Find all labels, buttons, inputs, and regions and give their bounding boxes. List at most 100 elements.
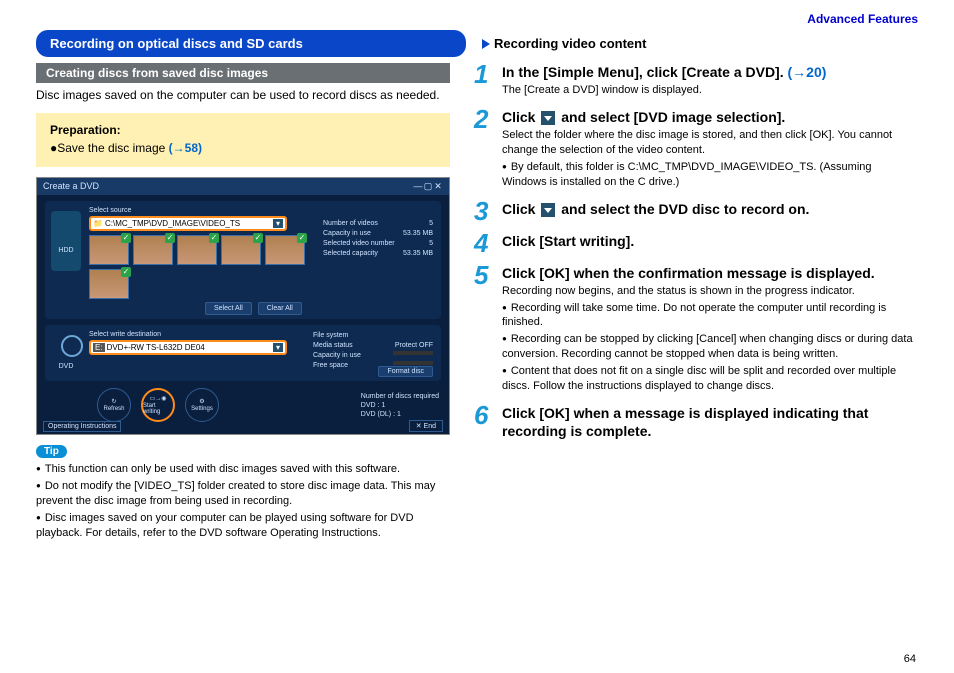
tip-item: This function can only be used with disc… bbox=[36, 462, 450, 477]
ss-destination-panel: DVD Select write destination E: DVD+-RW … bbox=[45, 325, 441, 381]
ss-thumb[interactable] bbox=[133, 235, 173, 265]
step-5: 5 Click [OK] when the confirmation messa… bbox=[474, 264, 918, 396]
step-5-bullet: Recording can be stopped by clicking [Ca… bbox=[502, 332, 918, 362]
end-button[interactable]: ✕ End bbox=[409, 420, 443, 432]
ss-info-label: Selected video number bbox=[323, 239, 395, 249]
step-4-title: Click [Start writing]. bbox=[502, 232, 918, 250]
ss-info-label: File system bbox=[313, 331, 348, 341]
step-2-sub: Select the folder where the disc image i… bbox=[502, 128, 918, 158]
tip-item: Disc images saved on your computer can b… bbox=[36, 511, 450, 541]
ss-source-path-dropdown[interactable]: 📁 C:\MC_TMP\DVD_IMAGE\VIDEO_TS ▾ bbox=[89, 216, 287, 231]
ss-thumb[interactable] bbox=[265, 235, 305, 265]
capacity-bar bbox=[393, 351, 433, 355]
dropdown-icon bbox=[541, 203, 555, 217]
app-screenshot: Create a DVD —▢✕ HDD Select source 📁 C:\… bbox=[36, 177, 450, 435]
dropdown-icon bbox=[541, 111, 555, 125]
step-5-title: Click [OK] when the confirmation message… bbox=[502, 264, 918, 282]
sub-heading: Creating discs from saved disc images bbox=[36, 63, 450, 83]
ss-thumb[interactable] bbox=[89, 269, 129, 299]
chevron-down-icon: ▾ bbox=[273, 343, 283, 352]
step-number: 5 bbox=[474, 262, 502, 396]
clear-all-button[interactable]: Clear All bbox=[258, 302, 302, 315]
topbar-title-right: Recording video content bbox=[466, 36, 646, 51]
step-2: 2 Click and select [DVD image selection]… bbox=[474, 108, 918, 192]
step-2-bullet: By default, this folder is C:\MC_TMP\DVD… bbox=[502, 160, 918, 190]
step-6: 6 Click [OK] when a message is displayed… bbox=[474, 404, 918, 442]
preparation-box: Preparation: ●Save the disc image (→58) bbox=[36, 113, 450, 167]
ss-dest-info: File system Media status Protect OFF Capa… bbox=[313, 331, 433, 370]
step-3: 3 Click and select the DVD disc to recor… bbox=[474, 200, 918, 224]
ss-drive-dropdown[interactable]: E: DVD+-RW TS-L632D DE04 ▾ bbox=[89, 340, 287, 355]
freespace-bar bbox=[393, 361, 433, 365]
dvd-icon: DVD bbox=[51, 331, 81, 371]
ss-thumbnails-row2 bbox=[89, 269, 435, 299]
ss-select-source-label: Select source bbox=[89, 207, 435, 214]
step-number: 1 bbox=[474, 61, 502, 100]
refresh-button[interactable]: ↻Refresh bbox=[97, 388, 131, 422]
tip-item: Do not modify the [VIDEO_TS] folder crea… bbox=[36, 479, 450, 509]
step-5-bullets: Recording will take some time. Do not op… bbox=[502, 301, 918, 394]
start-writing-button[interactable]: ▭→◉Start writing bbox=[141, 388, 175, 422]
chevron-down-icon: ▾ bbox=[273, 219, 283, 228]
discs-required: Number of discs required DVD : 1 DVD (DL… bbox=[361, 392, 439, 419]
ss-info-label: Capacity in use bbox=[323, 229, 371, 239]
ss-info-value: Protect OFF bbox=[395, 341, 433, 351]
step-2-bullets: By default, this folder is C:\MC_TMP\DVD… bbox=[502, 160, 918, 190]
preparation-title: Preparation: bbox=[50, 123, 436, 137]
ss-info-label: Media status bbox=[313, 341, 353, 351]
ss-info-label: Number of videos bbox=[323, 219, 378, 229]
step-3-title: Click and select the DVD disc to record … bbox=[502, 200, 918, 218]
ss-thumb[interactable] bbox=[177, 235, 217, 265]
step-5-sub: Recording now begins, and the status is … bbox=[502, 284, 918, 299]
ss-drive-text: DVD+-RW TS-L632D DE04 bbox=[107, 343, 273, 352]
topbar-title-left: Recording on optical discs and SD cards bbox=[36, 30, 466, 57]
operating-instructions-button[interactable]: Operating Instructions bbox=[43, 421, 121, 432]
page-number: 64 bbox=[904, 653, 916, 665]
hdd-icon: HDD bbox=[51, 211, 81, 271]
tip-list: This function can only be used with disc… bbox=[36, 462, 450, 540]
ss-info-value: 53.35 MB bbox=[403, 229, 433, 239]
top-bar: Recording on optical discs and SD cards … bbox=[36, 30, 918, 57]
ss-action-row: ↻Refresh ▭→◉Start writing ⚙Settings Numb… bbox=[37, 385, 449, 425]
prep-item-text: Save the disc image bbox=[57, 141, 165, 155]
dvd-label: DVD bbox=[59, 363, 74, 370]
ss-info-label: Selected capacity bbox=[323, 249, 378, 259]
header-advanced-features[interactable]: Advanced Features bbox=[36, 12, 918, 26]
ss-info-value: 5 bbox=[429, 219, 433, 229]
step-number: 2 bbox=[474, 106, 502, 192]
step-5-bullet: Content that does not fit on a single di… bbox=[502, 364, 918, 394]
drive-letter: E: bbox=[93, 343, 105, 352]
prep-crossref-link[interactable]: (→58) bbox=[169, 141, 202, 155]
step-number: 4 bbox=[474, 230, 502, 256]
crossref-link[interactable]: (→20) bbox=[788, 64, 827, 80]
ss-titlebar: Create a DVD —▢✕ bbox=[37, 178, 449, 195]
topbar-right-text: Recording video content bbox=[494, 36, 646, 51]
preparation-item: ●Save the disc image (→58) bbox=[50, 141, 436, 155]
step-1: 1 In the [Simple Menu], click [Create a … bbox=[474, 63, 918, 100]
ss-window-title: Create a DVD bbox=[43, 181, 99, 192]
step-2-title: Click and select [DVD image selection]. bbox=[502, 108, 918, 126]
select-all-button[interactable]: Select All bbox=[205, 302, 252, 315]
settings-button[interactable]: ⚙Settings bbox=[185, 388, 219, 422]
ss-info-label: Capacity in use bbox=[313, 351, 361, 361]
ss-info-value: 5 bbox=[429, 239, 433, 249]
step-number: 6 bbox=[474, 402, 502, 442]
ss-thumb[interactable] bbox=[89, 235, 129, 265]
ss-thumb[interactable] bbox=[221, 235, 261, 265]
ss-source-path-text: C:\MC_TMP\DVD_IMAGE\VIDEO_TS bbox=[105, 219, 273, 228]
ss-source-info: Number of videos 5 Capacity in use 53.35 M… bbox=[323, 219, 433, 258]
ss-source-panel: HDD Select source 📁 C:\MC_TMP\DVD_IMAGE\… bbox=[45, 201, 441, 319]
intro-text: Disc images saved on the computer can be… bbox=[36, 87, 450, 103]
step-6-title: Click [OK] when a message is displayed i… bbox=[502, 404, 918, 440]
format-disc-button[interactable]: Format disc bbox=[378, 366, 433, 377]
tip-badge: Tip bbox=[36, 445, 67, 458]
triangle-right-icon bbox=[482, 39, 490, 49]
ss-info-label: Free space bbox=[313, 361, 348, 371]
step-4: 4 Click [Start writing]. bbox=[474, 232, 918, 256]
step-1-sub: The [Create a DVD] window is displayed. bbox=[502, 83, 918, 98]
ss-window-buttons[interactable]: —▢✕ bbox=[413, 181, 443, 192]
step-number: 3 bbox=[474, 198, 502, 224]
step-5-bullet: Recording will take some time. Do not op… bbox=[502, 301, 918, 331]
step-1-title: In the [Simple Menu], click [Create a DV… bbox=[502, 63, 918, 81]
ss-info-value: 53.35 MB bbox=[403, 249, 433, 259]
